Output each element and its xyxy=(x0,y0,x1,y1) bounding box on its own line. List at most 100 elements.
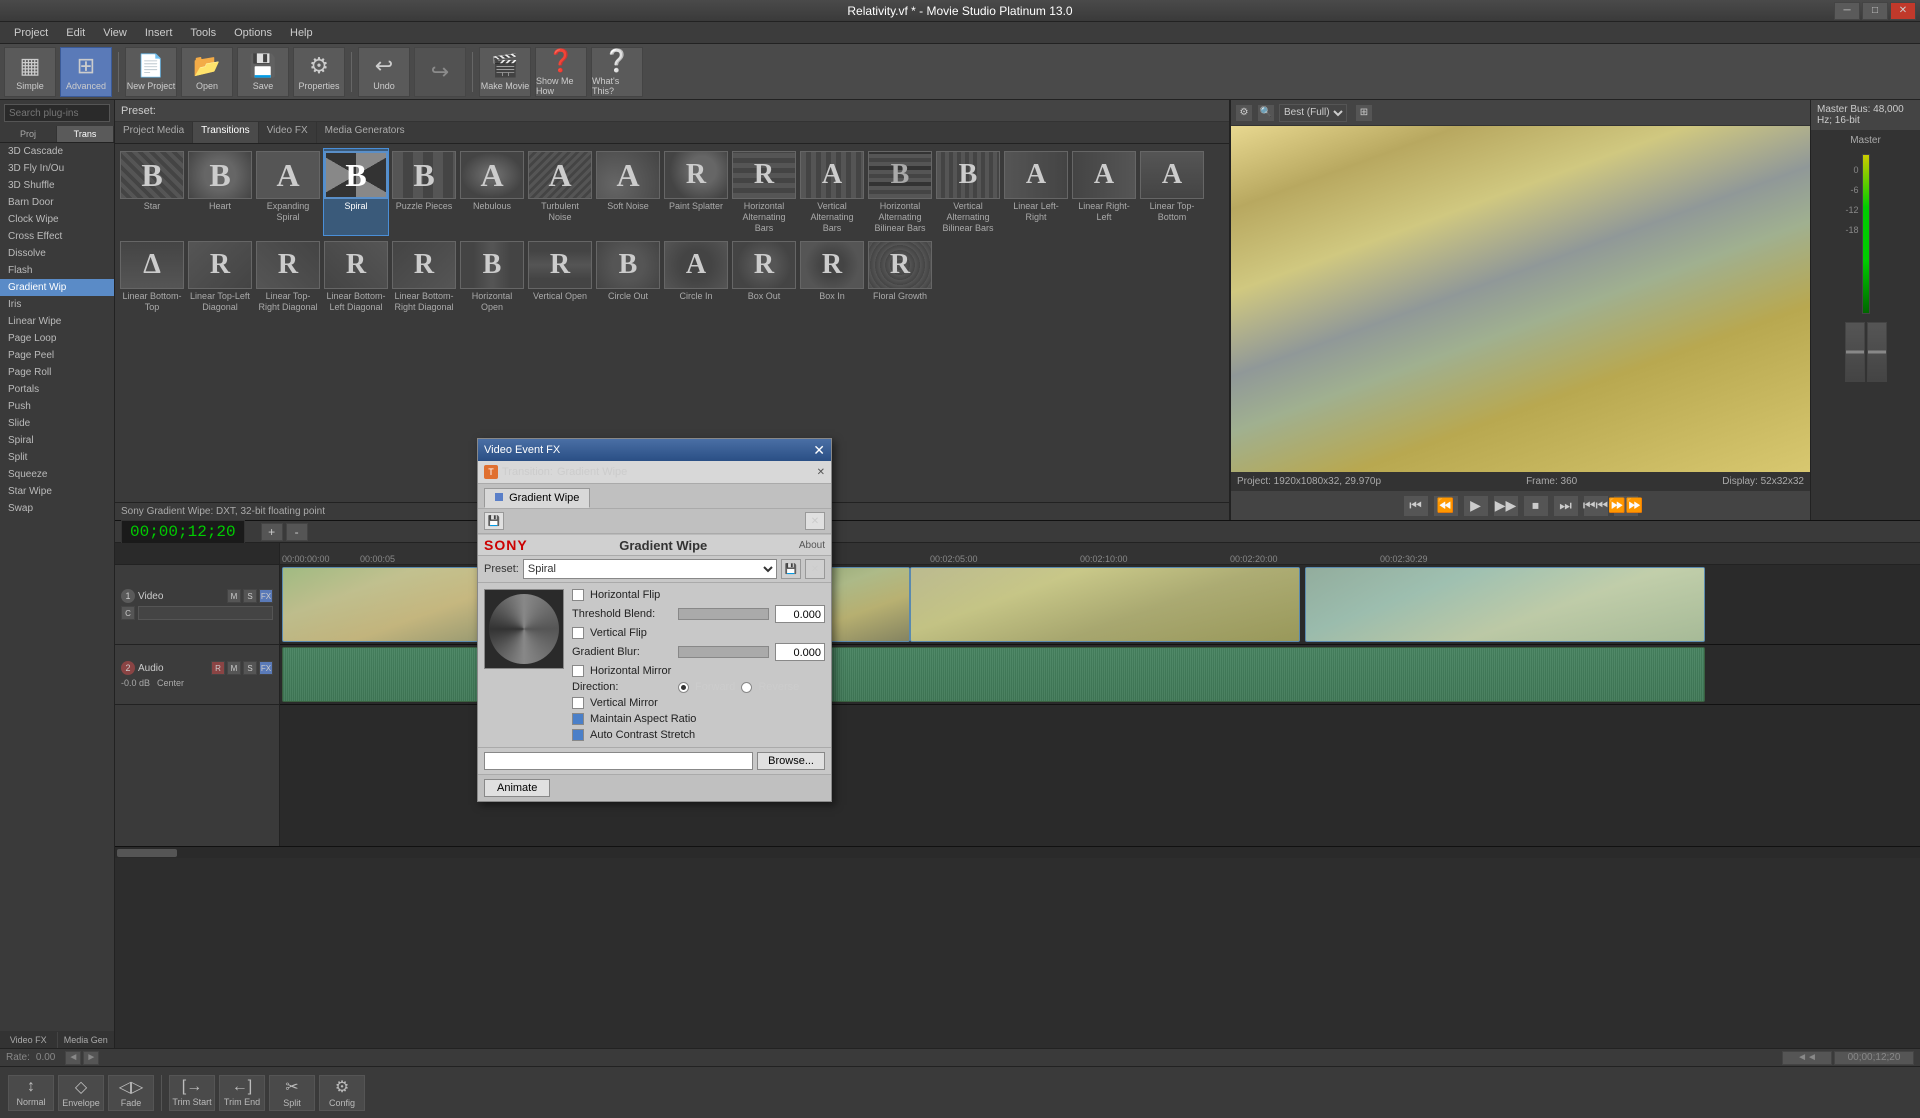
preview-grid-button[interactable]: ⊞ xyxy=(1355,104,1373,122)
vfx-close-preset-button[interactable]: ✕ xyxy=(805,512,825,530)
timeline-scrollbar[interactable] xyxy=(115,846,1920,858)
vfx-gradient-wipe-tab[interactable]: Gradient Wipe xyxy=(484,488,590,508)
tab-media-gen[interactable]: Media Gen xyxy=(58,1032,115,1048)
transport-prev-frame-button[interactable]: ⏪ xyxy=(1433,495,1459,517)
rate-up-button[interactable]: ► xyxy=(83,1051,99,1065)
vfx-maintain-aspect-checkbox[interactable] xyxy=(572,713,584,725)
audio-mute-button[interactable]: M xyxy=(227,661,241,675)
audio-fx-button[interactable]: FX xyxy=(259,661,273,675)
vfx-preset-save[interactable]: 💾 xyxy=(781,559,801,579)
vfx-title-bar[interactable]: Video Event FX ✕ xyxy=(478,439,831,461)
undo-button[interactable]: ↩ Undo xyxy=(358,47,410,97)
transport-end-button[interactable]: ⏭ xyxy=(1553,495,1579,517)
transition-3d-shuffle[interactable]: 3D Shuffle xyxy=(0,177,114,194)
thumb-floral[interactable]: R Floral Growth xyxy=(867,238,933,316)
transition-portals[interactable]: Portals xyxy=(0,381,114,398)
thumb-halt-bilinear[interactable]: B Horizontal Alternating Bilinear Bars xyxy=(867,148,933,236)
fade-tool-button[interactable]: ◁▷ Fade xyxy=(108,1075,154,1111)
trim-end-button[interactable]: ←] Trim End xyxy=(219,1075,265,1111)
thumb-star[interactable]: B Star xyxy=(119,148,185,236)
transport-stop-button[interactable]: ⏹ xyxy=(1523,495,1549,517)
thumb-lin-tr[interactable]: R Linear Top-Right Diagonal xyxy=(255,238,321,316)
vfx-vert-mirror-checkbox[interactable] xyxy=(572,697,584,709)
rate-prev-button[interactable]: ◄◄ xyxy=(1782,1051,1832,1065)
preview-quality-select[interactable]: Best (Full) xyxy=(1279,104,1347,122)
tab-video-fx[interactable]: Video FX xyxy=(0,1032,58,1048)
transport-start-button[interactable]: ⏮ xyxy=(1403,495,1429,517)
open-button[interactable]: 📂 Open xyxy=(181,47,233,97)
thumb-heart[interactable]: B Heart xyxy=(187,148,253,236)
vfx-vertical-flip-checkbox[interactable] xyxy=(572,627,584,639)
thumb-expanding-spiral[interactable]: A Expanding Spiral xyxy=(255,148,321,236)
thumb-lin-brt[interactable]: R Linear Bottom-Right Diagonal xyxy=(391,238,457,316)
video-fx-button[interactable]: FX xyxy=(259,589,273,603)
vfx-close-button[interactable]: ✕ xyxy=(813,442,825,459)
menu-tools[interactable]: Tools xyxy=(182,25,224,41)
show-me-how-button[interactable]: ❓ Show Me How xyxy=(535,47,587,97)
preview-settings-button[interactable]: ⚙ xyxy=(1235,104,1253,122)
transition-flash[interactable]: Flash xyxy=(0,262,114,279)
transition-barn-door[interactable]: Barn Door xyxy=(0,194,114,211)
transition-dissolve[interactable]: Dissolve xyxy=(0,245,114,262)
timeline-zoom-out[interactable]: - xyxy=(286,523,308,541)
close-button[interactable]: ✕ xyxy=(1890,2,1916,20)
vfx-auto-contrast-checkbox[interactable] xyxy=(572,729,584,741)
advanced-button[interactable]: ⊞ Advanced xyxy=(60,47,112,97)
menu-edit[interactable]: Edit xyxy=(58,25,93,41)
rate-down-button[interactable]: ◄ xyxy=(65,1051,81,1065)
thumb-lin-blt[interactable]: R Linear Bottom-Left Diagonal xyxy=(323,238,389,316)
thumb-paint-splatter[interactable]: R Paint Splatter xyxy=(663,148,729,236)
video-mute-button[interactable]: M xyxy=(227,589,241,603)
whats-this-button[interactable]: ❔ What's This? xyxy=(591,47,643,97)
thumb-circle-out[interactable]: B Circle Out xyxy=(595,238,661,316)
thumb-turbulent[interactable]: A Turbulent Noise xyxy=(527,148,593,236)
tab-media-generators-main[interactable]: Media Generators xyxy=(317,122,413,143)
split-button[interactable]: ✂ Split xyxy=(269,1075,315,1111)
menu-view[interactable]: View xyxy=(95,25,135,41)
vfx-horiz-mirror-checkbox[interactable] xyxy=(572,665,584,677)
timeline-zoom-in[interactable]: + xyxy=(261,523,283,541)
transition-slide[interactable]: Slide xyxy=(0,415,114,432)
thumb-vert-alt[interactable]: A Vertical Alternating Bars xyxy=(799,148,865,236)
transition-linear-wipe[interactable]: Linear Wipe xyxy=(0,313,114,330)
make-movie-button[interactable]: 🎬 Make Movie xyxy=(479,47,531,97)
transport-play-loop-button[interactable]: ▶▶ xyxy=(1493,495,1519,517)
video-opacity-slider[interactable] xyxy=(138,606,273,620)
tab-project-media[interactable]: Proj xyxy=(0,126,57,142)
transport-prev-mark-button[interactable]: ⏮⏮ xyxy=(1583,495,1609,517)
vfx-preset-close[interactable]: ✕ xyxy=(805,559,825,579)
thumb-linear-lr[interactable]: A Linear Left-Right xyxy=(1003,148,1069,236)
thumb-lin-bt[interactable]: Δ Linear Bottom-Top xyxy=(119,238,185,316)
thumb-puzzle[interactable]: B Puzzle Pieces xyxy=(391,148,457,236)
normal-tool-button[interactable]: ↕ Normal xyxy=(8,1075,54,1111)
audio-solo-button[interactable]: S xyxy=(243,661,257,675)
tab-transitions-main[interactable]: Transitions xyxy=(193,122,259,143)
menu-options[interactable]: Options xyxy=(226,25,280,41)
transition-squeeze[interactable]: Squeeze xyxy=(0,466,114,483)
thumb-box-out[interactable]: R Box Out xyxy=(731,238,797,316)
transition-split[interactable]: Split xyxy=(0,449,114,466)
timeline-scroll-thumb[interactable] xyxy=(117,849,177,857)
properties-button[interactable]: ⚙ Properties xyxy=(293,47,345,97)
vfx-about-button[interactable]: About xyxy=(799,540,825,551)
transition-page-loop[interactable]: Page Loop xyxy=(0,330,114,347)
new-project-button[interactable]: 📄 New Project xyxy=(125,47,177,97)
thumb-lin-tl[interactable]: R Linear Top-Left Diagonal xyxy=(187,238,253,316)
redo-button[interactable]: ↪ xyxy=(414,47,466,97)
transition-page-roll[interactable]: Page Roll xyxy=(0,364,114,381)
tab-video-fx-main[interactable]: Video FX xyxy=(259,122,317,143)
video-comp-button[interactable]: C xyxy=(121,606,135,620)
thumb-soft-noise[interactable]: A Soft Noise xyxy=(595,148,661,236)
preview-zoom-button[interactable]: 🔍 xyxy=(1257,104,1275,122)
save-button[interactable]: 💾 Save xyxy=(237,47,289,97)
tab-transitions[interactable]: Trans xyxy=(57,126,114,142)
video-clip-4[interactable] xyxy=(910,567,1300,642)
vfx-threshold-slider[interactable] xyxy=(678,608,769,620)
master-fader-right[interactable] xyxy=(1867,322,1887,382)
maximize-button[interactable]: □ xyxy=(1862,2,1888,20)
transition-swap[interactable]: Swap xyxy=(0,500,114,517)
vfx-threshold-value[interactable]: 0.000 xyxy=(775,605,825,623)
transition-gradient-wipe[interactable]: Gradient Wip xyxy=(0,279,114,296)
thumb-nebulous[interactable]: A Nebulous xyxy=(459,148,525,236)
thumb-linear-tb[interactable]: A Linear Top-Bottom xyxy=(1139,148,1205,236)
